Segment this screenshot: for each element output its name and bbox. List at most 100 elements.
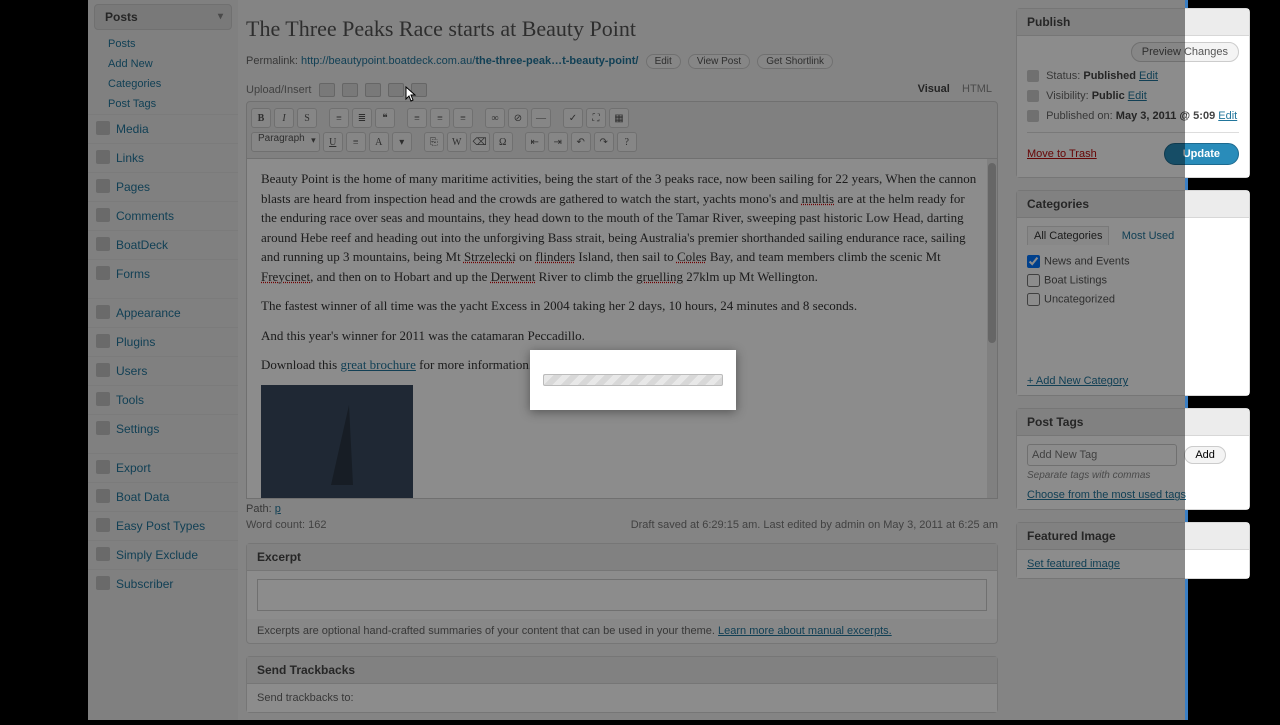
add-new-category[interactable]: + Add New Category: [1027, 375, 1239, 387]
sidebar-item-appearance[interactable]: Appearance: [88, 298, 238, 327]
sidebar-section-posts[interactable]: Posts ▾: [94, 4, 232, 30]
underline-button[interactable]: U: [323, 132, 343, 152]
posttags-heading[interactable]: Post Tags: [1017, 409, 1249, 436]
kitchensink-button[interactable]: ▦: [609, 108, 629, 128]
add-other-icon[interactable]: [411, 83, 427, 97]
redo-button[interactable]: ↷: [594, 132, 614, 152]
featured-image-metabox: Featured Image Set featured image: [1016, 522, 1250, 579]
sidebar-item-tools[interactable]: Tools: [88, 385, 238, 414]
editor-scrollbar[interactable]: [987, 159, 997, 499]
sidebar-sub-posts[interactable]: Posts: [88, 34, 238, 54]
publish-heading[interactable]: Publish: [1017, 9, 1249, 36]
view-post-button[interactable]: View Post: [688, 54, 750, 69]
category-checkbox[interactable]: [1027, 255, 1040, 268]
sidebar-item-forms[interactable]: Forms: [88, 259, 238, 288]
brochure-link[interactable]: great brochure: [340, 357, 415, 372]
post-title[interactable]: The Three Peaks Race starts at Beauty Po…: [246, 8, 998, 54]
edit-date[interactable]: Edit: [1218, 110, 1237, 122]
quote-button[interactable]: ❝: [375, 108, 395, 128]
link-button[interactable]: ∞: [485, 108, 505, 128]
sidebar-item-boatdata[interactable]: Boat Data: [88, 482, 238, 511]
sidebar-item-boatdeck[interactable]: BoatDeck: [88, 230, 238, 259]
ol-button[interactable]: ≣: [352, 108, 372, 128]
sidebar-sub-posttags[interactable]: Post Tags: [88, 94, 238, 114]
edit-visibility[interactable]: Edit: [1128, 90, 1147, 102]
pasteword-button[interactable]: W: [447, 132, 467, 152]
sidebar-item-easyposttypes[interactable]: Easy Post Types: [88, 511, 238, 540]
tab-html[interactable]: HTML: [962, 83, 992, 95]
tag-input[interactable]: [1027, 444, 1177, 466]
category-checkbox[interactable]: [1027, 293, 1040, 306]
unlink-button[interactable]: ⊘: [508, 108, 528, 128]
path-p[interactable]: p: [275, 503, 281, 515]
categories-heading[interactable]: Categories: [1017, 191, 1249, 218]
appearance-icon: [96, 305, 110, 319]
sidebar-sub-categories[interactable]: Categories: [88, 74, 238, 94]
add-video-icon[interactable]: [342, 83, 358, 97]
help-button[interactable]: ?: [617, 132, 637, 152]
sidebar-item-links[interactable]: Links: [88, 143, 238, 172]
sidebar-item-settings[interactable]: Settings: [88, 414, 238, 443]
align-right-button[interactable]: ≡: [453, 108, 473, 128]
italic-button[interactable]: I: [274, 108, 294, 128]
charmap-button[interactable]: Ω: [493, 132, 513, 152]
sidebar-item-comments[interactable]: Comments: [88, 201, 238, 230]
undo-button[interactable]: ↶: [571, 132, 591, 152]
inserted-image[interactable]: [261, 385, 413, 499]
excerpt-textarea[interactable]: [257, 579, 987, 611]
bold-button[interactable]: B: [251, 108, 271, 128]
sidebar-section-label: Posts: [105, 10, 138, 24]
fullscreen-button[interactable]: ⛶: [586, 108, 606, 128]
upload-insert-row: Upload/Insert Visual HTML: [246, 79, 998, 101]
edit-status[interactable]: Edit: [1139, 70, 1158, 82]
excerpt-learn-more[interactable]: Learn more about manual excerpts.: [718, 625, 892, 637]
format-select[interactable]: Paragraph: [251, 132, 320, 152]
sidebar-sub-addnew[interactable]: Add New: [88, 54, 238, 74]
editor-paragraph: Beauty Point is the home of many maritim…: [261, 169, 983, 286]
update-button[interactable]: Update: [1164, 143, 1239, 165]
featured-heading[interactable]: Featured Image: [1017, 523, 1249, 550]
category-checkbox[interactable]: [1027, 274, 1040, 287]
indent-button[interactable]: ⇥: [548, 132, 568, 152]
strike-button[interactable]: S: [297, 108, 317, 128]
sidebar-item-simplyexclude[interactable]: Simply Exclude: [88, 540, 238, 569]
textcolor-dropdown[interactable]: ▾: [392, 132, 412, 152]
pastetext-button[interactable]: ⎘: [424, 132, 444, 152]
tab-most-used[interactable]: Most Used: [1122, 230, 1175, 242]
permalink-link[interactable]: http://beautypoint.boatdeck.com.au/the-t…: [301, 55, 638, 67]
get-shortlink-button[interactable]: Get Shortlink: [757, 54, 833, 69]
align-center-button[interactable]: ≡: [430, 108, 450, 128]
textcolor-button[interactable]: A: [369, 132, 389, 152]
tab-all-categories[interactable]: All Categories: [1027, 226, 1109, 245]
spellcheck-button[interactable]: ✓: [563, 108, 583, 128]
excerpt-heading[interactable]: Excerpt: [247, 544, 997, 571]
preview-button[interactable]: Preview Changes: [1131, 42, 1239, 62]
trackbacks-heading[interactable]: Send Trackbacks: [247, 657, 997, 684]
status-row: Status: Published Edit: [1027, 66, 1239, 86]
add-image-icon[interactable]: [319, 83, 335, 97]
sidebar-item-pages[interactable]: Pages: [88, 172, 238, 201]
sidebar-item-subscriber[interactable]: Subscriber: [88, 569, 238, 598]
add-audio-icon[interactable]: [365, 83, 381, 97]
content-editor[interactable]: Beauty Point is the home of many maritim…: [246, 159, 998, 499]
progress-bar: [543, 374, 723, 386]
add-media-icon[interactable]: [388, 83, 404, 97]
editor-toolbar: B I S ≡ ≣ ❝ ≡ ≡ ≡ ∞ ⊘ — ✓ ⛶ ▦: [246, 101, 998, 159]
ul-button[interactable]: ≡: [329, 108, 349, 128]
tab-visual[interactable]: Visual: [918, 83, 950, 95]
outdent-button[interactable]: ⇤: [525, 132, 545, 152]
align-left-button[interactable]: ≡: [407, 108, 427, 128]
move-to-trash[interactable]: Move to Trash: [1027, 148, 1097, 160]
sidebar-item-plugins[interactable]: Plugins: [88, 327, 238, 356]
justify-button[interactable]: ≡: [346, 132, 366, 152]
scrollbar-thumb[interactable]: [988, 163, 996, 343]
removeformat-button[interactable]: ⌫: [470, 132, 490, 152]
set-featured-image[interactable]: Set featured image: [1027, 558, 1239, 570]
sidebar-item-users[interactable]: Users: [88, 356, 238, 385]
edit-slug-button[interactable]: Edit: [646, 54, 681, 69]
add-tag-button[interactable]: Add: [1184, 446, 1226, 464]
choose-tags-link[interactable]: Choose from the most used tags: [1027, 489, 1239, 501]
more-button[interactable]: —: [531, 108, 551, 128]
sidebar-item-export[interactable]: Export: [88, 453, 238, 482]
sidebar-item-media[interactable]: Media: [88, 114, 238, 143]
